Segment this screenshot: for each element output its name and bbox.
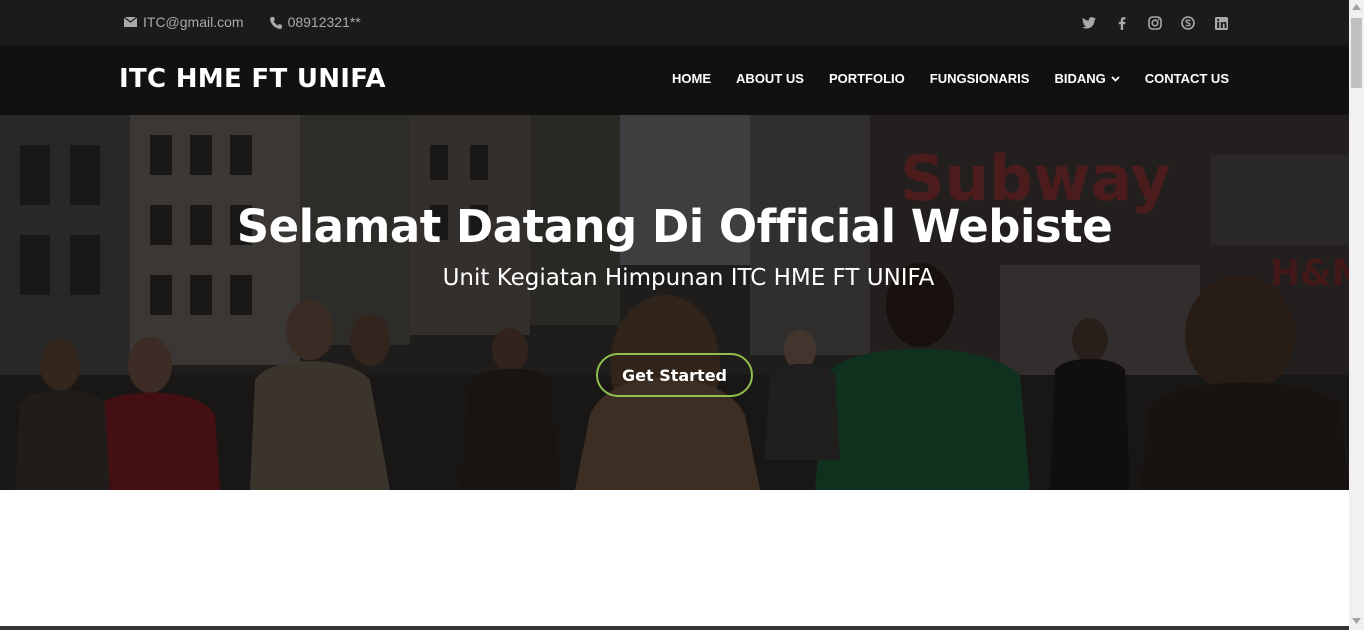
nav-item-portfolio[interactable]: PORTFOLIO: [829, 71, 905, 86]
phone-icon: [269, 16, 282, 29]
nav-menu: HOME ABOUT US PORTFOLIO FUNGSIONARIS BID…: [647, 71, 1229, 86]
scroll-up-arrow-icon[interactable]: [1352, 4, 1361, 10]
scrollbar-thumb[interactable]: [1351, 18, 1362, 88]
get-started-button[interactable]: Get Started: [596, 353, 753, 397]
scroll-down-arrow-icon[interactable]: [1352, 618, 1361, 624]
nav-item-bidang-label: BIDANG: [1054, 71, 1106, 86]
envelope-icon: [124, 17, 137, 27]
page-content-area: [0, 490, 1349, 626]
nav-item-bidang[interactable]: BIDANG: [1054, 71, 1120, 86]
vertical-scrollbar[interactable]: [1349, 0, 1364, 630]
nav-item-contact-us[interactable]: CONTACT US: [1145, 71, 1229, 86]
hero-title: Selamat Datang Di Official Webiste: [236, 200, 1113, 253]
email-contact[interactable]: ITC@gmail.com: [124, 14, 244, 30]
hero-overlay: [0, 115, 1349, 490]
instagram-icon[interactable]: [1147, 15, 1163, 31]
social-links: [1064, 15, 1229, 31]
bottom-edge: [0, 626, 1349, 630]
twitter-icon[interactable]: [1081, 15, 1097, 31]
chevron-down-icon: [1111, 75, 1120, 82]
hero-subtitle: Unit Kegiatan Himpunan ITC HME FT UNIFA: [442, 265, 935, 291]
topbar: ITC@gmail.com 08912321**: [0, 0, 1349, 45]
nav-item-about-us[interactable]: ABOUT US: [736, 71, 804, 86]
main-navbar: ITC HME FT UNIFA HOME ABOUT US PORTFOLIO…: [0, 45, 1349, 115]
topbar-contact: ITC@gmail.com 08912321**: [124, 14, 387, 30]
skype-icon[interactable]: [1180, 15, 1196, 31]
site-logo[interactable]: ITC HME FT UNIFA: [119, 64, 386, 94]
nav-item-home[interactable]: HOME: [672, 71, 711, 86]
phone-contact[interactable]: 08912321**: [269, 14, 361, 30]
phone-text: 08912321**: [287, 14, 361, 30]
nav-item-fungsionaris[interactable]: FUNGSIONARIS: [930, 71, 1030, 86]
hero-section: Subway H&M Selamat Datang Di Official We…: [0, 115, 1349, 490]
linkedin-icon[interactable]: [1213, 15, 1229, 31]
facebook-icon[interactable]: [1114, 15, 1130, 31]
email-text: ITC@gmail.com: [143, 14, 244, 30]
